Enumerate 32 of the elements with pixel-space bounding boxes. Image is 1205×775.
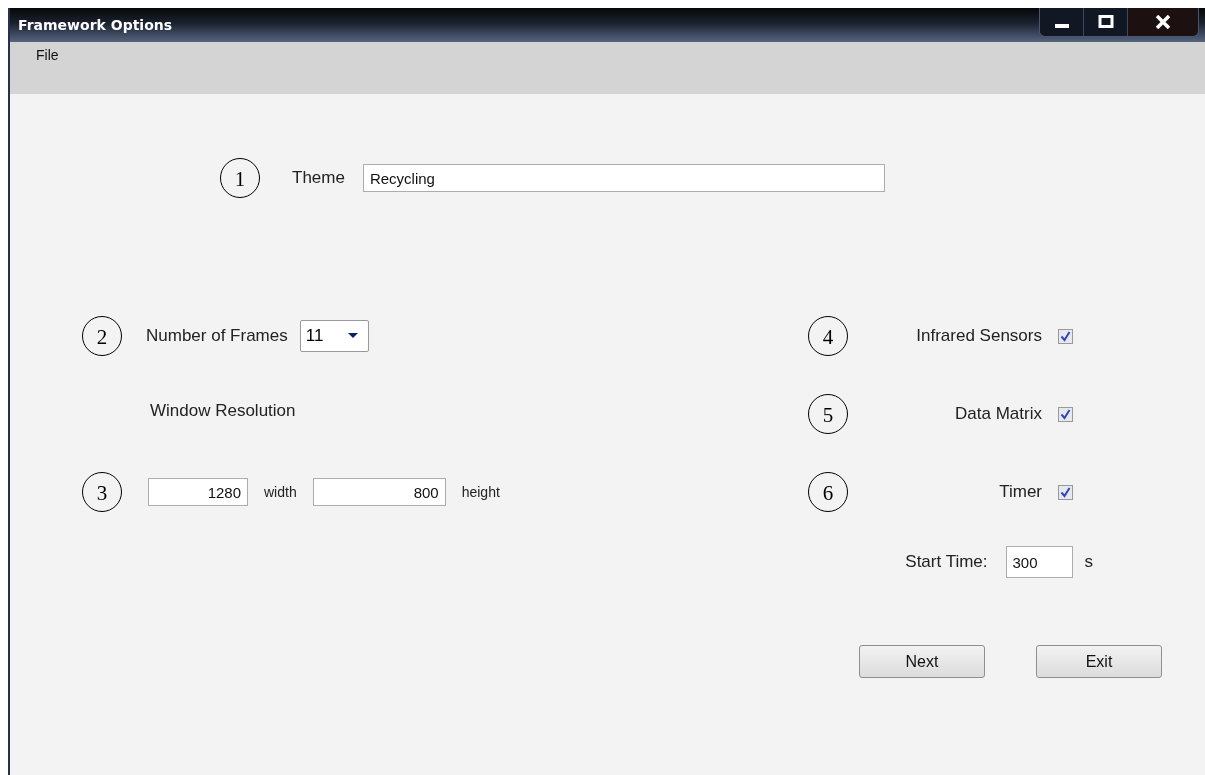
close-button[interactable] xyxy=(1128,8,1198,36)
checkbox-label: Infrared Sensors xyxy=(916,326,1042,346)
close-icon xyxy=(1155,15,1171,29)
width-field[interactable]: 1280 xyxy=(148,478,248,506)
section-label: Window Resolution xyxy=(150,401,296,421)
theme-field[interactable]: Recycling xyxy=(362,164,885,192)
checkmark-icon xyxy=(1060,408,1071,420)
minimize-icon xyxy=(1054,24,1069,28)
minimize-button[interactable] xyxy=(1040,8,1084,36)
menu-item[interactable]: File xyxy=(36,47,59,63)
checkbox-label: Timer xyxy=(999,482,1042,502)
exit-button[interactable]: Exit xyxy=(1036,645,1162,678)
unit-label: s xyxy=(1084,552,1093,572)
field-label: Theme xyxy=(292,168,345,188)
checkmark-icon xyxy=(1060,330,1071,342)
unit-label: height xyxy=(461,484,500,500)
checkbox[interactable] xyxy=(1058,406,1073,422)
checkbox[interactable] xyxy=(1058,484,1073,500)
caret-icon xyxy=(347,333,358,339)
field-label: Number of Frames xyxy=(146,326,288,346)
next-button[interactable]: Next xyxy=(859,645,985,678)
maximize-icon xyxy=(1097,15,1114,29)
checkmark-icon xyxy=(1060,486,1071,498)
window-title: Framework Options xyxy=(17,17,173,33)
checkbox[interactable] xyxy=(1058,328,1073,344)
frames-dropdown[interactable]: 11 xyxy=(299,320,369,352)
field-label: Start Time: xyxy=(905,552,988,572)
height-field[interactable]: 800 xyxy=(312,478,446,506)
checkbox-label: Data Matrix xyxy=(955,404,1042,424)
unit-label: width xyxy=(264,484,297,500)
start-time-field[interactable]: 300 xyxy=(1005,546,1073,578)
maximize-button[interactable] xyxy=(1084,8,1128,36)
